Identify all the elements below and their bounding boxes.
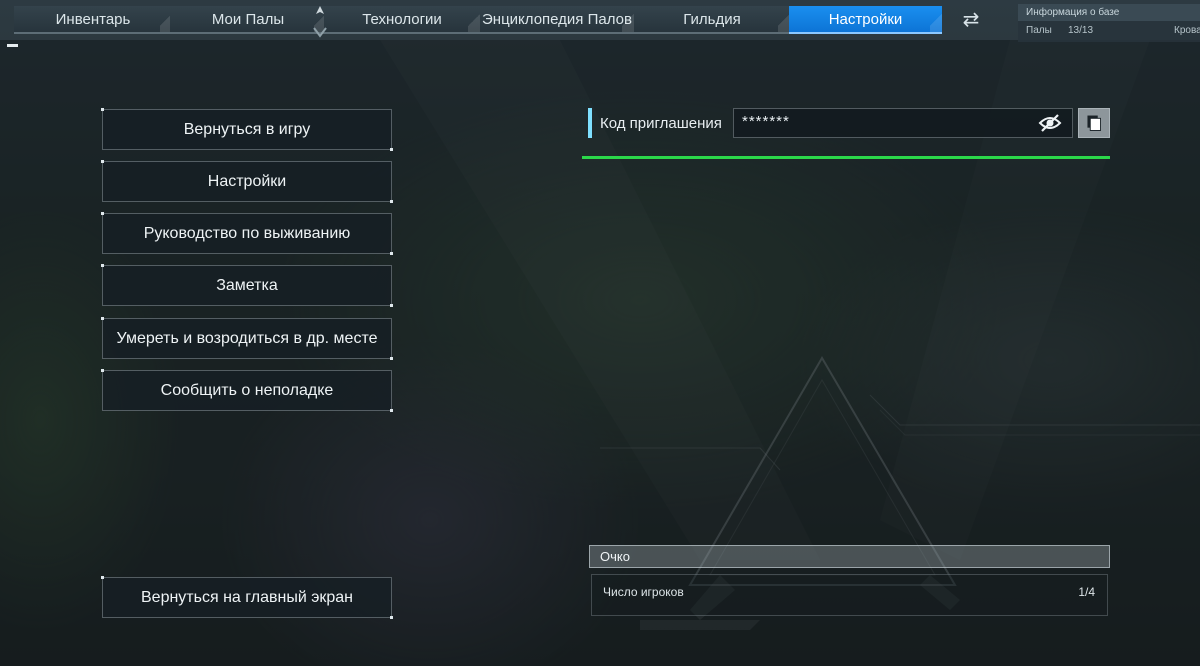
die-and-respawn-button[interactable]: Умереть и возродиться в др. месте [101, 317, 393, 360]
base-pals-count: 13/13 [1068, 25, 1094, 36]
players-count-row: Число игроков 1/4 [591, 574, 1108, 616]
invite-code-field[interactable]: ******* [733, 108, 1073, 138]
invite-code-value: ******* [742, 113, 790, 130]
tab-my-pals[interactable]: Мои Палы [170, 6, 326, 34]
base-info-panel: Информация о базе Палы 13/13 Крова [1018, 4, 1200, 42]
collapse-icon [7, 44, 18, 47]
tab-guild[interactable]: Гильдия [634, 6, 790, 34]
base-info-row: Палы 13/13 Крова [1018, 21, 1200, 41]
copy-icon [1087, 115, 1101, 131]
copy-invite-code-button[interactable] [1078, 108, 1110, 138]
settings-button[interactable]: Настройки [101, 160, 393, 203]
resume-game-button[interactable]: Вернуться в игру [101, 108, 393, 151]
players-panel-header: Очко [589, 545, 1110, 568]
survival-guide-button[interactable]: Руководство по выживанию [101, 212, 393, 255]
report-bug-button[interactable]: Сообщить о неполадке [101, 369, 393, 412]
swap-arrows-icon[interactable]: ⇄ [955, 6, 987, 34]
invite-code-label: Код приглашения [600, 115, 722, 132]
notes-button[interactable]: Заметка [101, 264, 393, 307]
return-to-main-screen-button[interactable]: Вернуться на главный экран [101, 576, 393, 619]
tab-technology[interactable]: Технологии [324, 6, 480, 34]
base-info-title: Информация о базе [1018, 4, 1200, 21]
invite-accent-bar [588, 108, 592, 138]
players-count-value: 1/4 [1078, 585, 1095, 599]
cursor-marker-icon [313, 6, 327, 38]
base-bed-label: Крова [1174, 25, 1200, 36]
tab-inventory[interactable]: Инвентарь [14, 6, 172, 34]
tab-settings[interactable]: Настройки [789, 6, 942, 34]
invite-underline [582, 156, 1110, 159]
tab-paldeck[interactable]: Энциклопедия Палов [480, 6, 634, 34]
base-pals-label: Палы [1026, 25, 1052, 36]
players-count-label: Число игроков [603, 585, 684, 599]
eye-off-icon[interactable] [1038, 113, 1062, 133]
